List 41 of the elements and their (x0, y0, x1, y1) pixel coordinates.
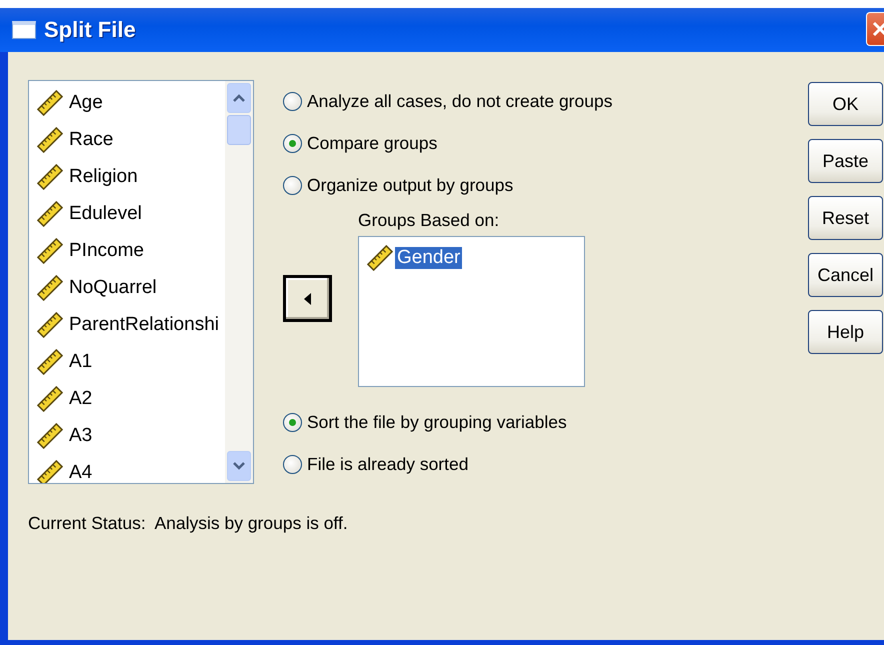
variable-item[interactable]: A3 (67, 424, 94, 446)
radio-button[interactable] (283, 176, 302, 194)
dialog-button[interactable]: Cancel (808, 253, 883, 297)
dialog-button[interactable]: OK (808, 82, 883, 126)
variable-item[interactable]: Religion (67, 166, 140, 188)
scroll-up-button[interactable] (227, 83, 251, 113)
radio-button[interactable] (283, 92, 302, 110)
window-title: Split File (44, 17, 136, 43)
left-triangle-icon (304, 292, 312, 304)
variable-item[interactable]: PIncome (67, 240, 146, 262)
window-icon (12, 21, 36, 39)
groups-label: Groups Based on: (358, 210, 500, 231)
status-text: Current Status: Analysis by groups is off. (28, 513, 348, 535)
radio-label: File is already sorted (307, 454, 468, 474)
scrollbar[interactable] (225, 81, 253, 483)
close-icon (872, 21, 884, 37)
dialog-button[interactable]: Reset (808, 196, 883, 240)
caret-up-icon (232, 93, 246, 103)
variable-item[interactable]: ParentRelationshi (67, 314, 221, 336)
radio-button[interactable] (283, 454, 302, 474)
group-variable-item[interactable]: Gender (395, 247, 462, 269)
radio-label: Analyze all cases, do not create groups (307, 90, 612, 112)
dialog-button[interactable]: Paste (808, 139, 883, 183)
variable-item[interactable]: A4 (67, 462, 94, 483)
variable-item[interactable]: NoQuarrel (67, 276, 159, 298)
variable-item[interactable]: Edulevel (67, 202, 144, 224)
variable-item[interactable]: Age (67, 92, 105, 114)
close-button[interactable] (866, 12, 884, 46)
scroll-down-button[interactable] (227, 451, 251, 481)
dialog-button[interactable]: Help (808, 310, 883, 354)
radio-label: Organize output by groups (307, 174, 514, 196)
radio-label: Sort the file by grouping variables (307, 412, 567, 432)
radio-button[interactable] (283, 412, 302, 432)
scroll-thumb[interactable] (227, 115, 251, 145)
radio-label: Compare groups (307, 132, 438, 154)
variable-item[interactable]: A1 (67, 350, 94, 372)
move-button[interactable] (283, 275, 332, 322)
caret-down-icon (232, 461, 246, 471)
variable-item[interactable]: Race (67, 128, 116, 150)
radio-button[interactable] (283, 134, 302, 152)
variable-item[interactable]: A2 (67, 388, 94, 410)
